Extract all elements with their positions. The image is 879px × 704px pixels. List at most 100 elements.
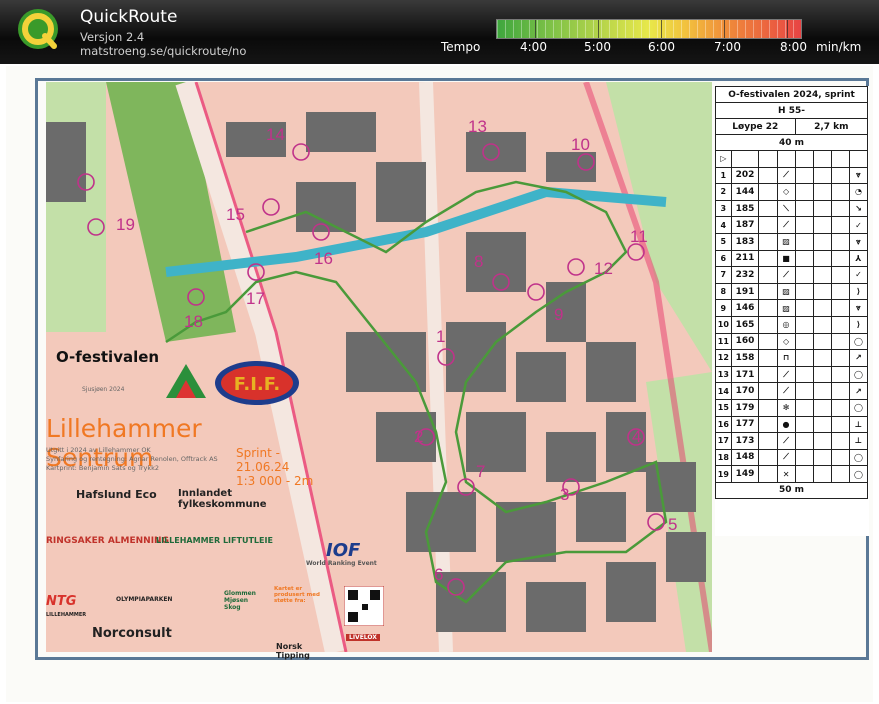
cd-row-number: 9 [715, 299, 732, 317]
cd-location-icon: ⩔ [848, 166, 869, 185]
app-version: Versjon 2.4 [80, 30, 145, 44]
cd-location-icon: ⩔ [848, 299, 869, 317]
sponsor-logo: Innlandet fylkeskommune [178, 488, 267, 510]
cd-row-code: 146 [730, 299, 760, 317]
race-date: Sprint - 21.06.24 [236, 446, 290, 474]
svg-text:1: 1 [436, 327, 445, 346]
svg-text:16: 16 [314, 249, 333, 268]
cd-location-icon: ↗ [848, 349, 869, 367]
cd-location-icon: ⊥ [848, 432, 869, 450]
tempo-tick: 6:00 [648, 40, 675, 54]
svg-text:7: 7 [476, 462, 485, 481]
cd-row-number: 8 [715, 282, 732, 301]
cd-feature-icon: ▨ [776, 299, 796, 317]
cd-class: H 55- [715, 102, 868, 119]
cd-row: 1 202 ⟋ ⩔ [715, 166, 869, 185]
cd-row-number: 13 [715, 365, 732, 384]
cd-feature-icon: ■ [776, 249, 796, 268]
cd-row: 4 187 ⟋ ✓ [715, 216, 869, 234]
cd-feature-icon: ⟍ [776, 199, 796, 218]
map-support-note: Kartet er produsert med støtte fra: [274, 586, 320, 604]
cd-location-icon: ◯ [848, 448, 869, 467]
cd-location-icon: ⅄ [848, 249, 869, 268]
svg-text:14: 14 [266, 125, 285, 144]
cd-feature-icon: ⟋ [776, 448, 796, 467]
app-url[interactable]: matstroeng.se/quickroute/no [80, 44, 246, 58]
app-header: QuickRoute Versjon 2.4 matstroeng.se/qui… [0, 0, 879, 64]
cd-row: 15 179 ✻ ◯ [715, 398, 869, 417]
credit-line: Kartprint: Benjamin Sats og Trykk2 [46, 464, 160, 472]
cd-row: 6 211 ■ ⅄ [715, 249, 869, 268]
cd-feature-icon: ✕ [776, 465, 796, 483]
lillehammer-ok-logo-icon [166, 364, 206, 398]
cd-row: 3 185 ⟍ ↘ [715, 199, 869, 218]
app-name: QuickRoute [80, 7, 178, 27]
cd-row: 2 144 ◇ ◔ [715, 183, 869, 201]
cd-row-code: 149 [730, 465, 760, 483]
svg-text:5: 5 [668, 515, 677, 534]
cd-row: 11 160 ◇ ◯ [715, 332, 869, 351]
tempo-color-scale[interactable] [496, 19, 802, 39]
svg-text:6: 6 [434, 565, 443, 584]
cd-start-leg: 40 m [715, 134, 868, 151]
svg-text:4: 4 [632, 427, 641, 446]
cd-row-code: 187 [730, 216, 760, 234]
svg-text:11: 11 [630, 227, 648, 246]
cd-row-code: 185 [730, 199, 760, 218]
cd-row-code: 144 [730, 183, 760, 201]
cd-row: 18 148 ⟋ ◯ [715, 448, 869, 467]
cd-feature-icon: ⟋ [776, 266, 796, 284]
cd-row-number: 14 [715, 382, 732, 400]
cd-row-code: 171 [730, 365, 760, 384]
fif-logo: F.I.F. [214, 360, 300, 406]
map-info-panel: O-festivalen Sjusjøen 2024 F.I.F. Lilleh… [46, 338, 384, 660]
cd-row: 5 183 ▨ ⩔ [715, 232, 869, 251]
cd-row: 9 146 ▨ ⩔ [715, 299, 869, 317]
cd-feature-icon: ⟋ [776, 382, 796, 400]
cd-location-icon: ⊥ [848, 415, 869, 434]
cd-row-number: 1 [715, 166, 732, 185]
cd-row-code: 177 [730, 415, 760, 434]
cd-feature-icon: ◇ [776, 183, 796, 201]
cd-row-number: 11 [715, 332, 732, 351]
svg-text:2: 2 [414, 427, 423, 446]
sponsor-logo: OLYMPIAPARKEN [116, 596, 173, 603]
tempo-label: Tempo [441, 40, 481, 54]
tempo-tick: 8:00 [780, 40, 807, 54]
cd-location-icon: ◯ [848, 332, 869, 351]
sponsor-logo: RINGSAKER ALMENNING [46, 536, 169, 546]
svg-text:17: 17 [246, 289, 265, 308]
cd-row: 12 158 ⊓ ↗ [715, 349, 869, 367]
svg-text:19: 19 [116, 215, 135, 234]
sponsor-logo: LIVELOX [346, 634, 380, 641]
cd-row: 17 173 ⟋ ⊥ [715, 432, 869, 450]
cd-row-code: 148 [730, 448, 760, 467]
svg-text:8: 8 [474, 252, 483, 271]
cd-row-code: 173 [730, 432, 760, 450]
svg-text:9: 9 [554, 305, 563, 324]
sponsor-logo: Hafslund Eco [76, 488, 157, 501]
cd-row-number: 17 [715, 432, 732, 450]
qr-code-icon [344, 586, 384, 626]
cd-feature-icon: ⟋ [776, 216, 796, 234]
cd-row: 8 191 ▨ ⟩ [715, 282, 869, 301]
svg-text:15: 15 [226, 205, 245, 224]
cd-row-code: 165 [730, 315, 760, 334]
cd-location-icon: ◯ [848, 465, 869, 483]
ntg-logo: NTG [46, 594, 77, 609]
cd-feature-icon: ◇ [776, 332, 796, 351]
race-info: Sprint - 21.06.24 1:3 000 - 2m [236, 446, 316, 488]
cd-feature-icon: ⟋ [776, 365, 796, 384]
cd-row-number: 18 [715, 448, 732, 467]
cd-feature-icon: ⟋ [776, 166, 796, 185]
iof-logo: IOF [326, 540, 361, 561]
cd-row-code: 160 [730, 332, 760, 351]
cd-feature-icon: ⟋ [776, 432, 796, 450]
cd-row-number: 7 [715, 266, 732, 284]
cd-location-icon: ⟩ [848, 282, 869, 301]
cd-feature-icon: ◎ [776, 315, 796, 334]
festival-logo: O-festivalen [56, 348, 160, 366]
cd-row: 7 232 ⟋ ✓ [715, 266, 869, 284]
cd-row-code: 211 [730, 249, 760, 268]
cd-row-number: 12 [715, 349, 732, 367]
